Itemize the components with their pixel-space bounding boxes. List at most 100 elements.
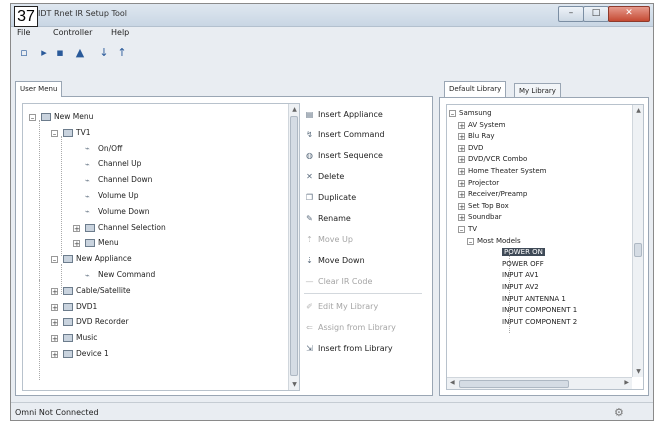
menu-controller[interactable]: Controller — [53, 28, 92, 37]
expand-icon[interactable]: + — [458, 202, 465, 210]
tree-item-label: AV System — [468, 120, 506, 129]
library-category-item[interactable]: + Set Top Box — [458, 200, 509, 212]
library-command-item[interactable]: INPUT AV1 — [502, 269, 539, 281]
edit-my-library-button[interactable]: ✐ Edit My Library — [304, 299, 378, 315]
open-icon[interactable]: ▸ — [37, 46, 51, 60]
scroll-left-icon[interactable]: ◀ — [450, 379, 455, 386]
scroll-up-icon[interactable]: ▲ — [289, 106, 299, 113]
collapse-icon[interactable]: – — [51, 129, 58, 137]
tree-folder-item[interactable]: – New Menu — [29, 110, 94, 124]
move-up-button[interactable]: ⇡ Move Up — [304, 232, 353, 248]
new-document-icon[interactable]: ▫ — [17, 46, 31, 60]
library-category-item[interactable]: + Home Theater System — [458, 165, 546, 177]
collapse-icon[interactable]: – — [449, 110, 456, 118]
hscroll-thumb[interactable] — [459, 380, 569, 388]
tree-command-item[interactable]: ⌁ On/Off — [85, 142, 122, 156]
expand-icon[interactable]: + — [51, 335, 58, 343]
library-command-item[interactable]: INPUT AV2 — [502, 281, 539, 293]
action-label: Insert Command — [318, 130, 385, 139]
tab-default-library[interactable]: Default Library — [444, 81, 507, 97]
expand-icon[interactable]: + — [51, 351, 58, 359]
expand-icon[interactable]: + — [458, 168, 465, 176]
rename-button[interactable]: ✎ Rename — [304, 211, 351, 227]
scroll-down-icon[interactable]: ▼ — [289, 381, 299, 388]
library-command-item[interactable]: INPUT ANTENNA 1 — [502, 293, 566, 305]
library-category-item[interactable]: + Blu Ray — [458, 130, 495, 142]
library-category-item[interactable]: + Soundbar — [458, 211, 502, 223]
insert-from-library-button[interactable]: ⇲ Insert from Library — [304, 341, 392, 357]
tree-command-item[interactable]: ⌁ Volume Down — [85, 205, 150, 219]
move-up-icon: ⇡ — [306, 235, 313, 244]
expand-icon[interactable]: + — [458, 191, 465, 199]
expand-icon[interactable]: + — [458, 133, 465, 141]
library-category-item[interactable]: + Projector — [458, 177, 499, 189]
clear-ir-code-button[interactable]: — Clear IR Code — [304, 274, 373, 290]
expand-icon[interactable]: + — [458, 121, 465, 129]
tab-my-library[interactable]: My Library — [514, 83, 561, 98]
delete-button[interactable]: ✕ Delete — [304, 169, 344, 185]
library-category-item[interactable]: + DVD — [458, 142, 483, 154]
expand-icon[interactable]: + — [51, 303, 58, 311]
status-text: Omni Not Connected — [15, 408, 99, 417]
library-command-item[interactable]: INPUT COMPONENT 1 — [502, 304, 577, 316]
collapse-icon[interactable]: – — [467, 237, 474, 245]
library-category-item[interactable]: + Receiver/Preamp — [458, 188, 527, 200]
save-icon[interactable]: ▪ — [53, 46, 67, 60]
tree-command-item[interactable]: ⌁ Channel Down — [85, 173, 152, 187]
user-tree-scrollbar[interactable]: ▲ ▼ — [288, 104, 299, 390]
expand-icon[interactable]: + — [73, 224, 80, 232]
menu-file[interactable]: File — [17, 28, 30, 37]
library-category-item[interactable]: + AV System — [458, 119, 506, 131]
tree-item-label: New Menu — [54, 112, 94, 121]
library-scrollbar[interactable]: ▲ ▼ — [632, 105, 643, 377]
scroll-down-icon[interactable]: ▼ — [633, 368, 643, 375]
expand-icon[interactable]: + — [458, 156, 465, 164]
arrow-down-icon[interactable]: ↓ — [97, 46, 111, 60]
expand-icon[interactable]: + — [51, 319, 58, 327]
scroll-right-icon[interactable]: ▶ — [624, 379, 629, 386]
tree-folder-item[interactable]: + Music — [51, 331, 97, 345]
expand-icon[interactable]: + — [51, 287, 58, 295]
library-category-item[interactable]: – Samsung — [449, 107, 492, 119]
scroll-thumb[interactable] — [290, 116, 298, 376]
collapse-icon[interactable]: – — [51, 256, 58, 264]
minimize-button[interactable]: – — [558, 6, 584, 22]
insert-command-button[interactable]: ↯ Insert Command — [304, 127, 385, 143]
library-category-item[interactable]: – Most Models — [467, 235, 521, 247]
tree-folder-item[interactable]: + DVD Recorder — [51, 315, 129, 329]
tree-command-item[interactable]: ⌁ New Command — [85, 268, 155, 282]
expand-icon[interactable]: + — [458, 144, 465, 152]
library-command-item[interactable]: INPUT COMPONENT 2 — [502, 316, 577, 328]
arrow-up-icon[interactable]: ↑ — [115, 46, 129, 60]
duplicate-button[interactable]: ❐ Duplicate — [304, 190, 356, 206]
assign-from-library-button[interactable]: ⇐ Assign from Library — [304, 320, 396, 336]
move-down-button[interactable]: ⇣ Move Down — [304, 253, 365, 269]
insert-sequence-button[interactable]: ◍ Insert Sequence — [304, 148, 383, 164]
actions-separator — [304, 293, 422, 294]
tree-folder-item[interactable]: + Device 1 — [51, 347, 109, 361]
tree-command-item[interactable]: ⌁ Channel Up — [85, 157, 141, 171]
maximize-button[interactable]: □ — [583, 6, 609, 22]
tree-folder-item[interactable]: + Channel Selection — [73, 221, 166, 235]
close-button[interactable]: ✕ — [608, 6, 650, 22]
expand-icon[interactable]: + — [458, 179, 465, 187]
library-category-item[interactable]: – TV — [458, 223, 477, 235]
tree-folder-item[interactable]: + DVD1 — [51, 300, 97, 314]
tab-user-menu[interactable]: User Menu — [15, 81, 63, 97]
scroll-thumb[interactable] — [634, 243, 642, 257]
insert-appliance-button[interactable]: ▤ Insert Appliance — [304, 107, 383, 123]
expand-icon[interactable]: + — [73, 240, 80, 248]
tree-command-item[interactable]: ⌁ Volume Up — [85, 189, 139, 203]
library-hscrollbar[interactable]: ◀ ▶ — [447, 377, 632, 389]
tree-folder-item[interactable]: – TV1 — [51, 126, 90, 140]
upload-device-icon[interactable]: ▲ — [73, 46, 87, 60]
collapse-icon[interactable]: – — [29, 114, 36, 122]
scroll-up-icon[interactable]: ▲ — [633, 107, 643, 114]
tree-folder-item[interactable]: + Menu — [73, 236, 119, 250]
tree-folder-item[interactable]: – New Appliance — [51, 252, 132, 266]
menu-help[interactable]: Help — [111, 28, 129, 37]
tree-folder-item[interactable]: + Cable/Satellite — [51, 284, 131, 298]
expand-icon[interactable]: + — [458, 214, 465, 222]
library-category-item[interactable]: + DVD/VCR Combo — [458, 153, 527, 165]
collapse-icon[interactable]: – — [458, 226, 465, 234]
